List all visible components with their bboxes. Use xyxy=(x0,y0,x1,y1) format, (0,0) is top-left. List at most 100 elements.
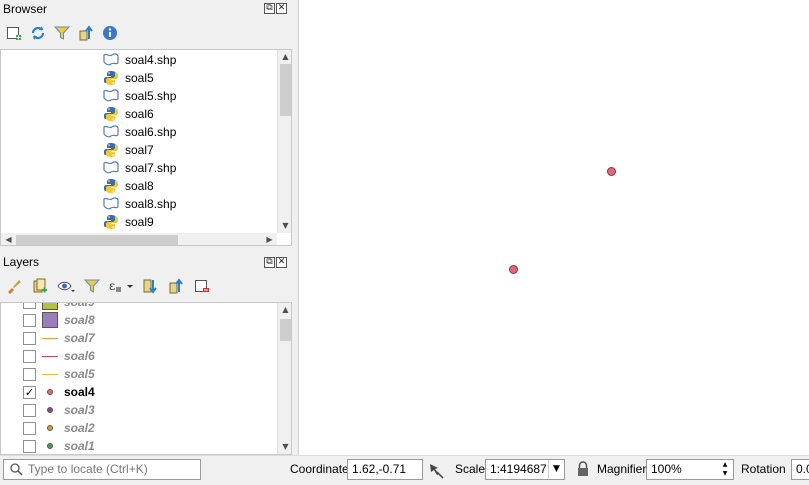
layer-symbol-icon xyxy=(42,438,58,454)
layer-item-label: soal4 xyxy=(64,385,95,399)
browser-vertical-scrollbar[interactable]: ▲ ▼ xyxy=(277,50,291,233)
layer-item[interactable]: soal5 xyxy=(23,365,95,383)
layer-symbol-icon xyxy=(42,330,58,346)
layers-panel: Layers ⧉ ✕ ε soal9 soal8 soal7 soal6 soal xyxy=(0,253,298,455)
layer-visibility-checkbox[interactable] xyxy=(23,421,36,435)
browser-item[interactable]: soal6 xyxy=(103,105,154,123)
rotation-field[interactable]: 0.0 xyxy=(791,459,809,480)
browser-horizontal-scrollbar[interactable]: ◀ ▶ xyxy=(1,233,277,245)
shapefile-icon xyxy=(103,160,119,176)
layer-item[interactable]: soal3 xyxy=(23,401,95,419)
browser-item[interactable]: soal5 xyxy=(103,69,154,87)
browser-item[interactable]: soal7.shp xyxy=(103,159,176,177)
layer-item[interactable]: soal2 xyxy=(23,419,95,437)
layer-item-label: soal1 xyxy=(64,439,95,453)
layers-scroll-down-arrow[interactable]: ▼ xyxy=(278,440,291,454)
layer-visibility-checkbox[interactable] xyxy=(23,403,36,417)
browser-float-button[interactable]: ⧉ xyxy=(264,3,275,14)
layer-item[interactable]: ✓ soal4 xyxy=(23,383,95,401)
browser-item-label: soal4.shp xyxy=(125,53,177,67)
scroll-down-arrow[interactable]: ▼ xyxy=(278,219,291,233)
add-group-icon[interactable] xyxy=(30,276,50,296)
browser-item[interactable]: soal7 xyxy=(103,141,154,159)
add-layer-icon[interactable] xyxy=(4,23,24,43)
layer-item[interactable]: soal8 xyxy=(23,311,95,329)
map-point[interactable] xyxy=(607,167,616,176)
remove-layer-icon[interactable] xyxy=(192,276,212,296)
filter-icon[interactable] xyxy=(52,23,72,43)
layer-symbol-icon xyxy=(42,420,58,436)
layer-item-label: soal2 xyxy=(64,421,95,435)
map-point[interactable] xyxy=(509,265,518,274)
toggle-extents-icon[interactable] xyxy=(427,461,445,479)
browser-tree[interactable]: soal4.shp soal5 soal5.shp soal6 soal6.shp soa… xyxy=(0,49,292,246)
svg-text:ε: ε xyxy=(109,279,115,293)
layers-scroll-up-arrow[interactable]: ▲ xyxy=(278,303,291,317)
layer-visibility-checkbox[interactable] xyxy=(23,439,36,453)
shapefile-icon xyxy=(103,52,119,68)
browser-item[interactable]: soal5.shp xyxy=(103,87,176,105)
layer-item[interactable]: soal7 xyxy=(23,329,95,347)
layers-tree[interactable]: soal9 soal8 soal7 soal6 soal5 ✓ soal4 soal3 soal… xyxy=(0,302,292,455)
layer-symbol-icon xyxy=(42,402,58,418)
layers-scroll-thumb[interactable] xyxy=(280,319,291,341)
browser-panel: Browser ⧉ ✕ soal4.shp soal5 soal5.shp soal6… xyxy=(0,0,298,250)
expand-all-icon[interactable] xyxy=(140,276,160,296)
layer-item[interactable]: soal1 xyxy=(23,437,95,454)
browser-item-label: soal7.shp xyxy=(125,161,177,175)
layer-item[interactable]: soal9 xyxy=(23,303,95,311)
browser-item[interactable]: soal4.shp xyxy=(103,51,176,69)
magnifier-value: 100% xyxy=(651,462,682,476)
scroll-left-arrow[interactable]: ◀ xyxy=(1,233,16,245)
layer-symbol-icon xyxy=(42,366,58,382)
browser-item[interactable]: soal8.shp xyxy=(103,195,176,213)
browser-item[interactable]: soal9 xyxy=(103,213,154,231)
python-icon xyxy=(103,70,119,86)
refresh-icon[interactable] xyxy=(28,23,48,43)
python-icon xyxy=(103,106,119,122)
layer-item-label: soal7 xyxy=(64,331,95,345)
layer-symbol-icon xyxy=(42,303,58,310)
h-scroll-thumb[interactable] xyxy=(16,235,178,245)
scale-field[interactable]: 1:4194687 ▼ xyxy=(485,459,565,480)
scroll-thumb[interactable] xyxy=(280,64,291,116)
lock-icon[interactable] xyxy=(576,461,590,477)
layer-visibility-checkbox[interactable] xyxy=(23,349,36,363)
layer-item-label: soal6 xyxy=(64,349,95,363)
visibility-eye-icon[interactable] xyxy=(56,276,76,296)
layers-vertical-scrollbar[interactable]: ▲ ▼ xyxy=(277,303,291,454)
browser-item-label: soal6 xyxy=(125,107,154,121)
info-icon[interactable] xyxy=(100,23,120,43)
layer-symbol-icon xyxy=(42,384,58,400)
style-brush-icon[interactable] xyxy=(4,276,24,296)
browser-item[interactable]: soal6.shp xyxy=(103,123,176,141)
scale-dropdown-arrow[interactable]: ▼ xyxy=(548,460,564,479)
collapse-all-layers-icon[interactable] xyxy=(166,276,186,296)
layer-visibility-checkbox[interactable] xyxy=(23,313,36,327)
browser-item[interactable]: soal8 xyxy=(103,177,154,195)
python-icon xyxy=(103,178,119,194)
python-icon xyxy=(103,142,119,158)
magnifier-spin-down[interactable]: ▼ xyxy=(717,469,733,479)
shapefile-icon xyxy=(103,196,119,212)
map-canvas[interactable] xyxy=(298,0,809,455)
scroll-up-arrow[interactable]: ▲ xyxy=(278,50,291,64)
layer-visibility-checkbox[interactable] xyxy=(23,331,36,345)
layers-float-button[interactable]: ⧉ xyxy=(264,257,275,268)
collapse-all-icon[interactable] xyxy=(76,23,96,43)
layer-item[interactable]: soal6 xyxy=(23,347,95,365)
expression-filter-icon[interactable]: ε xyxy=(108,276,134,296)
layer-visibility-checkbox[interactable]: ✓ xyxy=(23,385,36,399)
coordinate-field[interactable]: 1.62,-0.71 xyxy=(347,459,423,480)
layer-visibility-checkbox[interactable] xyxy=(23,303,36,309)
locate-search-field[interactable]: Type to locate (Ctrl+K) xyxy=(3,459,201,480)
layer-visibility-checkbox[interactable] xyxy=(23,367,36,381)
layer-item-label: soal5 xyxy=(64,367,95,381)
magnifier-field[interactable]: 100% ▲ ▼ xyxy=(646,459,734,480)
browser-close-button[interactable]: ✕ xyxy=(276,3,287,14)
layers-panel-title: Layers xyxy=(3,255,40,269)
layers-filter-icon[interactable] xyxy=(82,276,102,296)
layers-close-button[interactable]: ✕ xyxy=(276,257,287,268)
scroll-right-arrow[interactable]: ▶ xyxy=(262,233,277,245)
python-icon xyxy=(103,214,119,230)
